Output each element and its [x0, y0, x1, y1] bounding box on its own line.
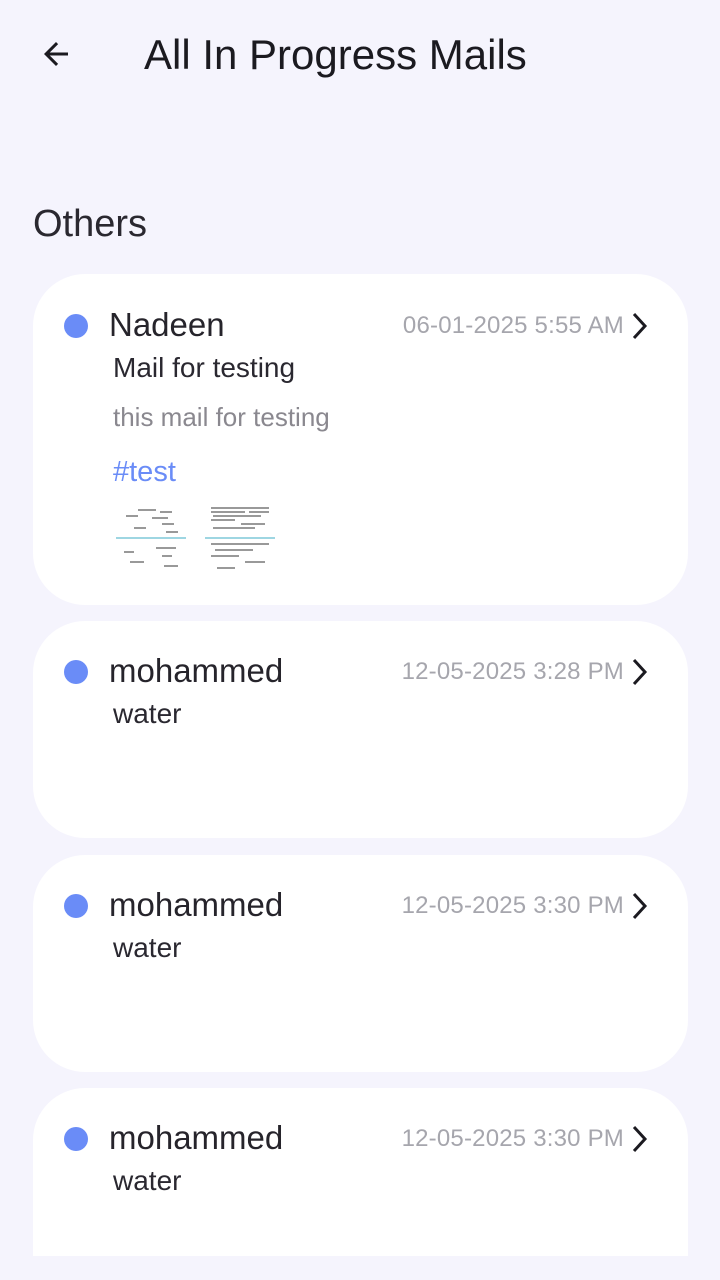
unread-dot	[64, 314, 88, 338]
mail-card[interactable]: mohammed 12-05-2025 3:28 PM water	[33, 621, 688, 838]
unread-dot	[64, 660, 88, 684]
app-bar: All In Progress Mails	[0, 0, 720, 112]
mail-timestamp: 12-05-2025 3:30 PM	[401, 892, 624, 919]
arrow-left-icon	[38, 36, 74, 77]
attachment-thumbnail[interactable]	[116, 504, 186, 574]
document-thumbnail-icon	[205, 507, 275, 569]
mail-sender: Nadeen	[109, 306, 225, 343]
document-thumbnail-icon	[116, 509, 186, 567]
mail-card[interactable]: mohammed 12-05-2025 3:30 PM water	[33, 1088, 688, 1256]
mail-subject: water	[113, 1165, 182, 1196]
back-button[interactable]	[24, 24, 88, 88]
mail-sender: mohammed	[109, 886, 284, 923]
chevron-right-icon	[628, 1124, 652, 1154]
mail-sender: mohammed	[109, 1119, 284, 1156]
mail-card[interactable]: Nadeen 06-01-2025 5:55 AM Mail for testi…	[33, 274, 688, 605]
mail-subject: water	[113, 698, 182, 729]
mail-subject: water	[113, 932, 182, 963]
chevron-right-icon	[628, 311, 652, 341]
unread-dot	[64, 894, 88, 918]
chevron-right-icon	[628, 891, 652, 921]
section-heading: Others	[33, 203, 148, 245]
chevron-right-icon	[628, 657, 652, 687]
mail-timestamp: 06-01-2025 5:55 AM	[402, 312, 624, 339]
mail-sender: mohammed	[109, 652, 284, 689]
mail-subject: Mail for testing	[113, 352, 296, 383]
mail-preview: this mail for testing	[113, 402, 330, 432]
unread-dot	[64, 1127, 88, 1151]
mail-timestamp: 12-05-2025 3:30 PM	[401, 1125, 624, 1152]
mail-tag[interactable]: #test	[113, 454, 176, 490]
attachment-thumbnail[interactable]	[205, 504, 275, 574]
page-title: All In Progress Mails	[144, 31, 527, 78]
mail-timestamp: 12-05-2025 3:28 PM	[401, 658, 624, 685]
mail-card[interactable]: mohammed 12-05-2025 3:30 PM water	[33, 855, 688, 1072]
